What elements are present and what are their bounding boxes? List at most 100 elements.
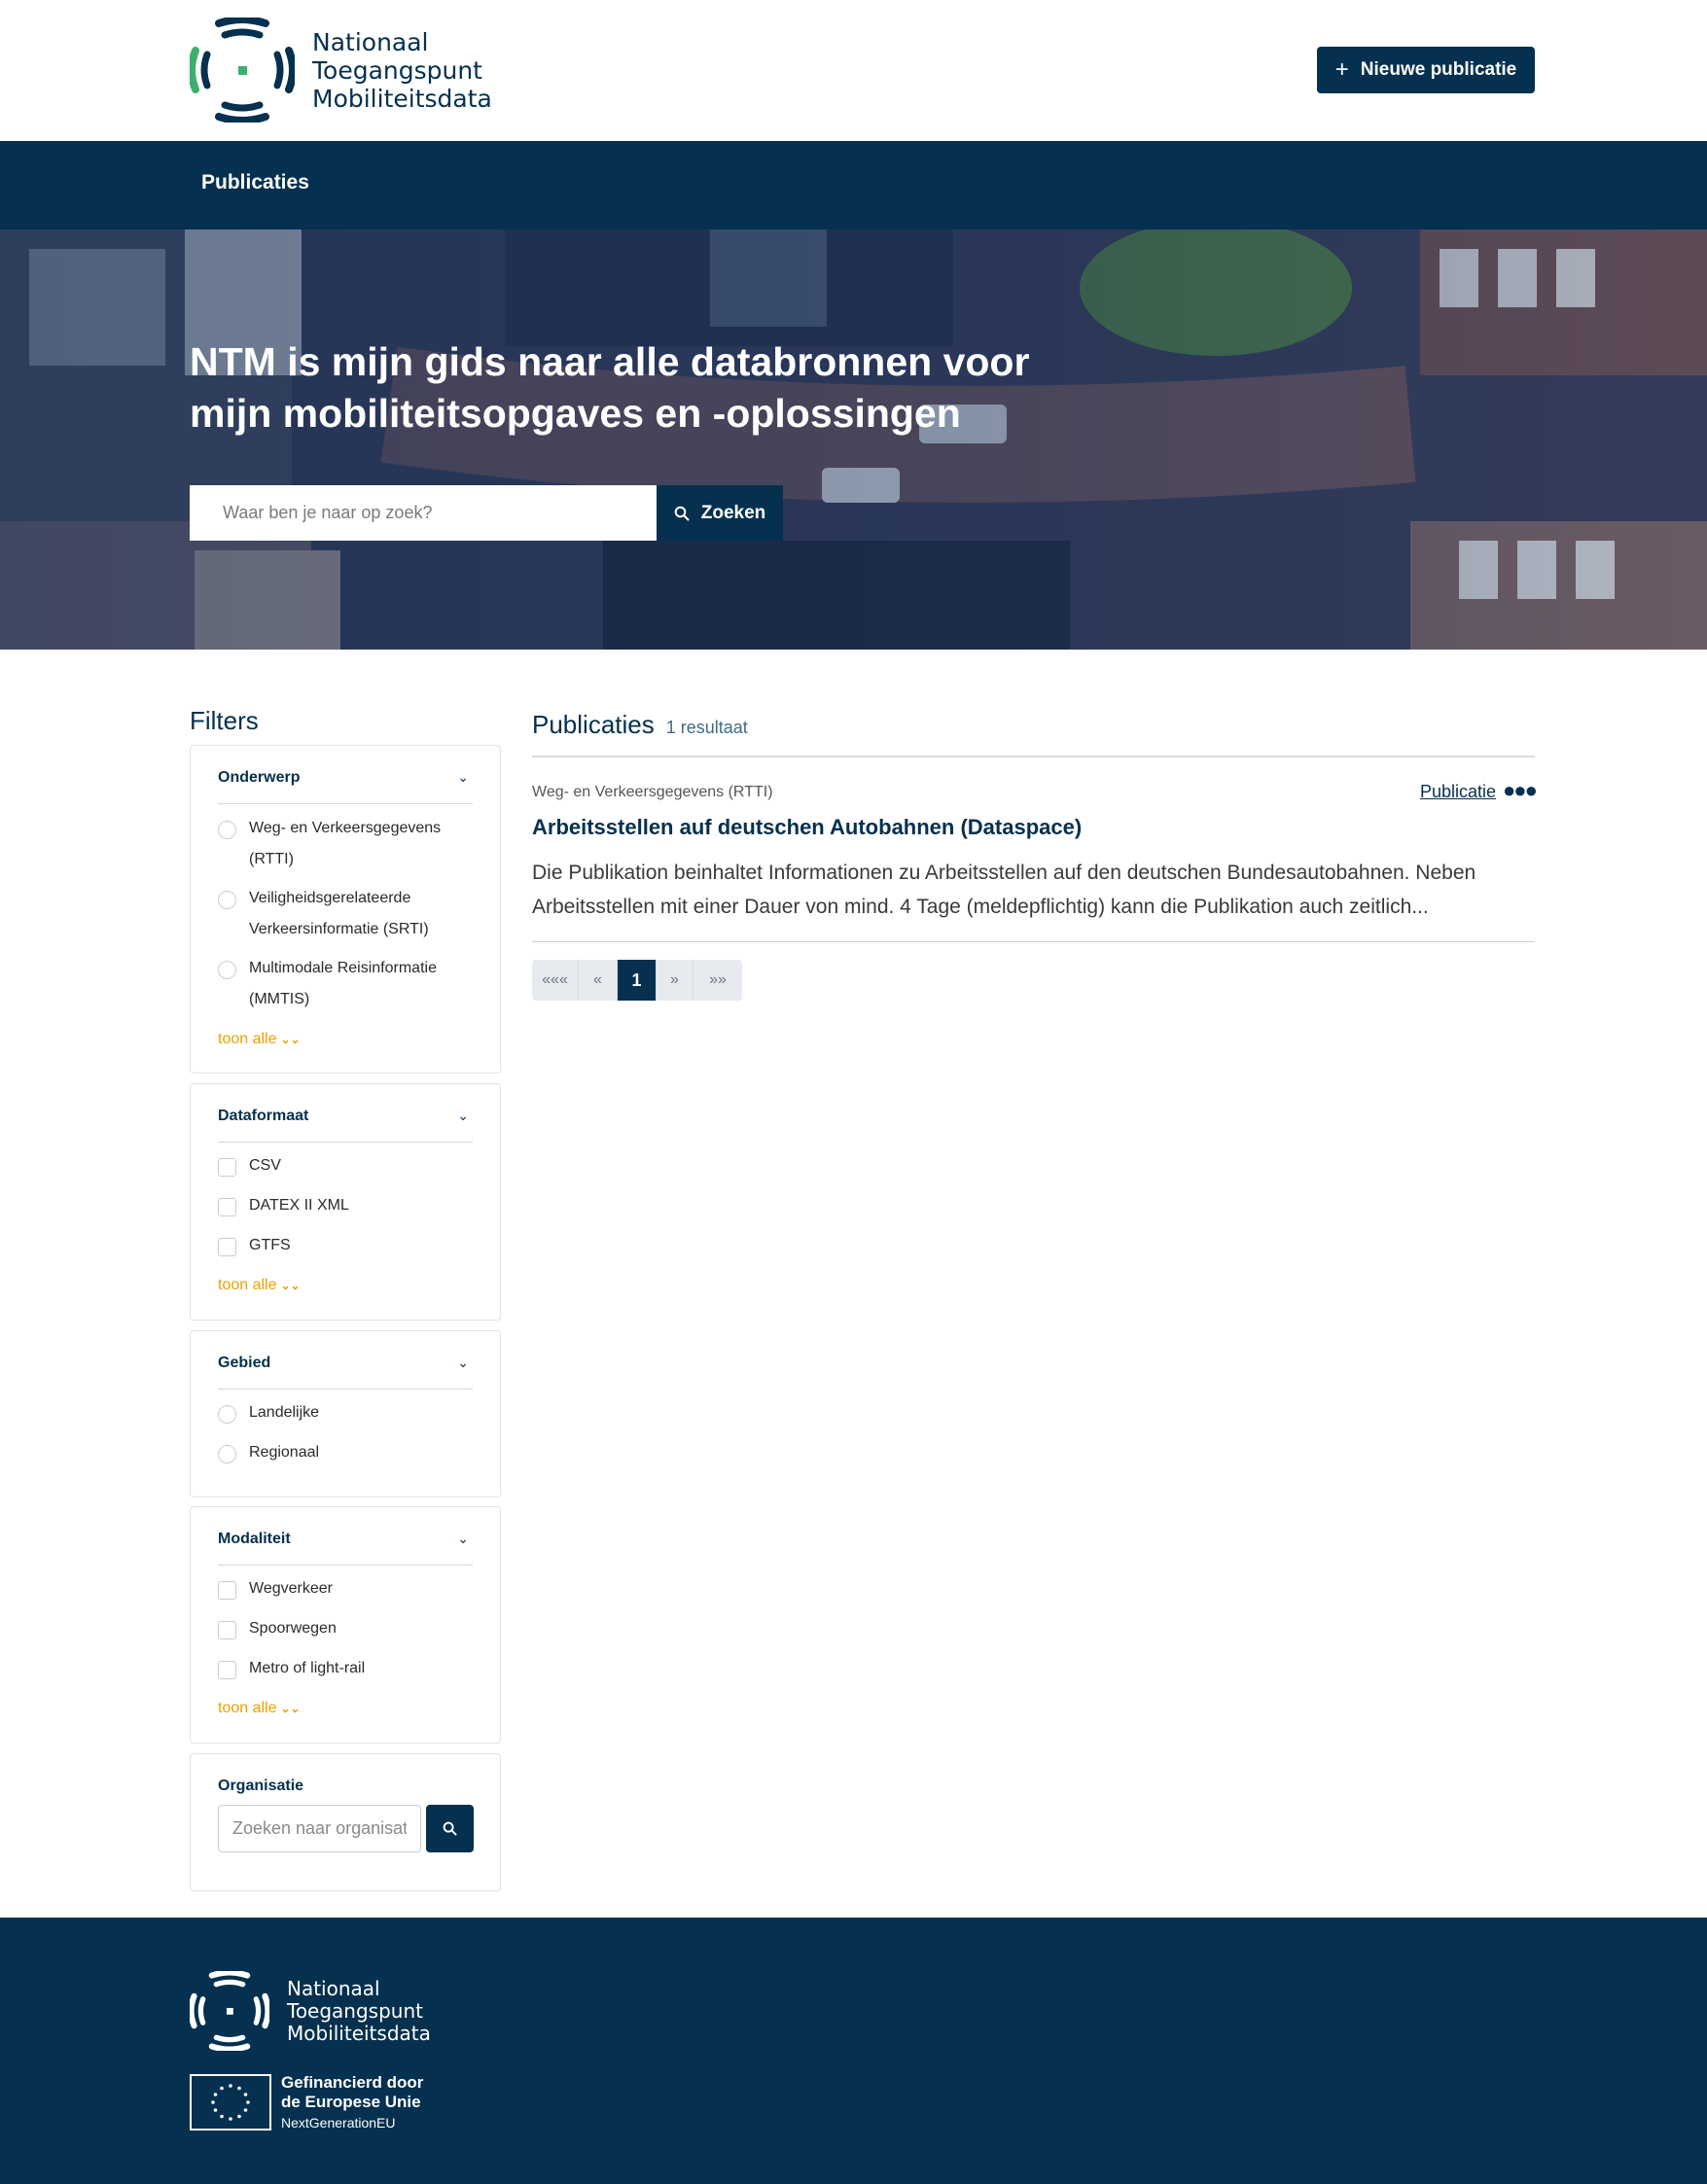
chevron-down-icon: ⌄ bbox=[457, 1531, 469, 1546]
checkbox[interactable] bbox=[218, 1158, 236, 1177]
filter-option: Weg- en Verkeersgegevens (RTTI) bbox=[218, 820, 480, 875]
show-all-label: toon alle bbox=[218, 1700, 277, 1716]
hero-banner: NTM is mijn gids naar alle databronnen v… bbox=[0, 229, 1707, 650]
pagination-next[interactable]: » bbox=[657, 960, 693, 1001]
filter-title: Gebied bbox=[218, 1355, 271, 1371]
filter-header-onderwerp[interactable]: Onderwerp ⌄ bbox=[218, 769, 473, 804]
filter-option-label[interactable]: Weg- en Verkeersgegevens (RTTI) bbox=[249, 813, 480, 875]
chevron-down-icon: ⌄ bbox=[457, 1108, 469, 1123]
logo-line-3: Mobiliteitsdata bbox=[312, 84, 492, 113]
ntm-logo-icon bbox=[190, 1971, 269, 2051]
checkbox[interactable] bbox=[218, 1661, 236, 1679]
filter-option: Veiligheidsgerelateerde Verkeersinformat… bbox=[218, 890, 480, 945]
results-header: Publicaties 1 resultaat bbox=[532, 710, 748, 740]
main-nav: Publicaties bbox=[0, 141, 1707, 229]
pagination: ««« « 1 » »» bbox=[532, 960, 742, 1001]
results-count: 1 resultaat bbox=[665, 718, 748, 737]
hero-search-button[interactable]: Zoeken bbox=[657, 485, 783, 541]
logo-line-1: Nationaal bbox=[312, 27, 429, 56]
hero-search-input[interactable] bbox=[190, 485, 657, 541]
pagination-last[interactable]: »» bbox=[693, 960, 742, 1001]
filter-option: Landelijke bbox=[218, 1404, 480, 1428]
result-title-link[interactable]: Arbeitsstellen auf deutschen Autobahnen … bbox=[532, 815, 1082, 840]
filter-group-onderwerp: Onderwerp ⌄ Weg- en Verkeersgegevens (RT… bbox=[190, 745, 501, 1074]
filter-title: Modaliteit bbox=[218, 1531, 291, 1547]
filter-option-label[interactable]: Multimodale Reisinformatie (MMTIS) bbox=[249, 953, 480, 1015]
hero-search-button-label: Zoeken bbox=[700, 502, 766, 523]
eu-line-2: de Europese Unie bbox=[281, 2093, 421, 2111]
radio-button[interactable] bbox=[218, 1445, 236, 1463]
logo-line-2: Toegangspunt bbox=[287, 1998, 423, 2023]
pagination-first[interactable]: ««« bbox=[532, 960, 579, 1001]
radio-button[interactable] bbox=[218, 891, 236, 909]
result-type-link[interactable]: Publicatie bbox=[1420, 782, 1496, 802]
filter-group-modaliteit: Modaliteit ⌄ Wegverkeer Spoorwegen Metro… bbox=[190, 1506, 501, 1744]
result-description: Die Publikation beinhaltet Informationen… bbox=[532, 862, 1476, 918]
show-all-link[interactable]: toon alle ⌄⌄ bbox=[218, 1031, 301, 1048]
filter-group-dataformaat: Dataformaat ⌄ CSV DATEX II XML GTFS toon… bbox=[190, 1083, 501, 1321]
search-icon bbox=[443, 1821, 457, 1836]
chevron-down-icon: ⌄ bbox=[457, 1355, 469, 1370]
hero-overlay bbox=[0, 229, 1707, 650]
filter-option: Wegverkeer bbox=[218, 1580, 480, 1604]
filter-header-gebied[interactable]: Gebied ⌄ bbox=[218, 1355, 473, 1390]
filter-option-label[interactable]: Spoorwegen bbox=[249, 1613, 337, 1644]
organisation-search-input[interactable] bbox=[218, 1805, 421, 1852]
hero-search: Zoeken bbox=[190, 485, 783, 541]
filter-option-label[interactable]: GTFS bbox=[249, 1230, 291, 1261]
footer-logo[interactable]: Nationaal Toegangspunt Mobiliteitsdata bbox=[190, 1971, 431, 2051]
filter-option-label[interactable]: Veiligheidsgerelateerde Verkeersinformat… bbox=[249, 883, 480, 945]
organisation-title: Organisatie bbox=[218, 1778, 304, 1794]
eu-line-1: Gefinancierd door bbox=[281, 2073, 424, 2092]
checkbox[interactable] bbox=[218, 1581, 236, 1600]
filter-header-modaliteit[interactable]: Modaliteit ⌄ bbox=[218, 1531, 473, 1566]
divider bbox=[532, 941, 1535, 942]
double-chevron-down-icon: ⌄⌄ bbox=[280, 1033, 301, 1046]
double-chevron-down-icon: ⌄⌄ bbox=[280, 1279, 301, 1292]
checkbox[interactable] bbox=[218, 1238, 236, 1256]
logo-line-3: Mobiliteitsdata bbox=[287, 2021, 431, 2045]
search-icon bbox=[674, 506, 690, 520]
filter-option: Multimodale Reisinformatie (MMTIS) bbox=[218, 960, 480, 1015]
eu-funding-text: Gefinancierd door de Europese Unie NextG… bbox=[281, 2073, 423, 2131]
double-chevron-down-icon: ⌄⌄ bbox=[280, 1702, 301, 1715]
checkbox[interactable] bbox=[218, 1621, 236, 1639]
filter-option: CSV bbox=[218, 1157, 480, 1181]
radio-button[interactable] bbox=[218, 821, 236, 839]
filter-title: Onderwerp bbox=[218, 769, 301, 786]
organisation-search-button[interactable] bbox=[426, 1805, 474, 1852]
filter-header-dataformaat[interactable]: Dataformaat ⌄ bbox=[218, 1108, 473, 1143]
nav-item-publicaties[interactable]: Publicaties bbox=[201, 171, 309, 194]
filter-option-label[interactable]: Landelijke bbox=[249, 1397, 319, 1428]
checkbox[interactable] bbox=[218, 1198, 236, 1216]
filter-option: Spoorwegen bbox=[218, 1620, 480, 1644]
filters-title: Filters bbox=[190, 706, 259, 735]
pagination-page-current[interactable]: 1 bbox=[618, 960, 657, 1001]
show-all-link[interactable]: toon alle ⌄⌄ bbox=[218, 1700, 301, 1717]
logo-line-1: Nationaal bbox=[287, 1976, 380, 2000]
hero-title: NTM is mijn gids naar alle databronnen v… bbox=[190, 339, 1030, 436]
radio-button[interactable] bbox=[218, 961, 236, 979]
pagination-prev[interactable]: « bbox=[579, 960, 618, 1001]
filter-option-label[interactable]: CSV bbox=[249, 1150, 281, 1181]
filter-option-label[interactable]: Metro of light-rail bbox=[249, 1653, 365, 1684]
radio-button[interactable] bbox=[218, 1405, 236, 1424]
eu-funding: Gefinancierd door de Europese Unie NextG… bbox=[190, 2073, 423, 2131]
eu-flag-icon bbox=[190, 2073, 271, 2131]
site-logo[interactable]: Nationaal Toegangspunt Mobiliteitsdata bbox=[190, 18, 492, 123]
filter-option: Metro of light-rail bbox=[218, 1660, 480, 1684]
filter-option-label[interactable]: DATEX II XML bbox=[249, 1190, 349, 1221]
show-all-label: toon alle bbox=[218, 1277, 277, 1293]
chevron-down-icon: ⌄ bbox=[457, 769, 469, 785]
logo-line-2: Toegangspunt bbox=[312, 55, 482, 85]
more-dots-icon[interactable]: ●●● bbox=[1503, 778, 1538, 803]
results-title: Publicaties bbox=[532, 710, 655, 739]
filter-option-label[interactable]: Regionaal bbox=[249, 1437, 319, 1468]
new-publication-label: Nieuwe publicatie bbox=[1360, 59, 1517, 80]
filter-group-organisatie: Organisatie bbox=[190, 1753, 501, 1891]
filter-option: GTFS bbox=[218, 1237, 480, 1261]
divider bbox=[532, 756, 1535, 757]
new-publication-button[interactable]: + Nieuwe publicatie bbox=[1317, 47, 1535, 93]
show-all-link[interactable]: toon alle ⌄⌄ bbox=[218, 1277, 301, 1294]
filter-option-label[interactable]: Wegverkeer bbox=[249, 1573, 333, 1604]
